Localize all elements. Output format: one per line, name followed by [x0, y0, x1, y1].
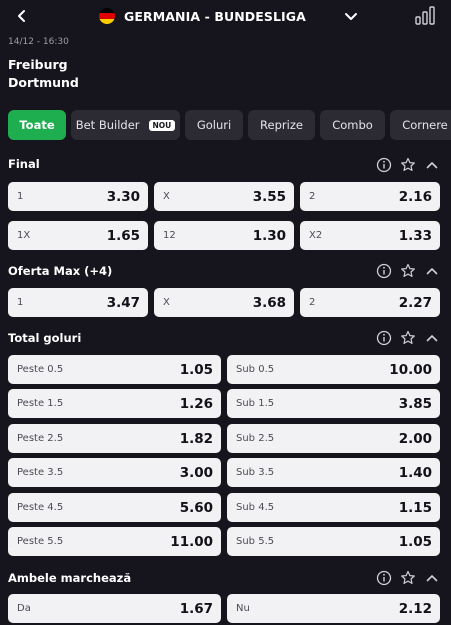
info-icon[interactable]	[375, 262, 393, 280]
odd-button[interactable]: Peste 3.5 3.00	[8, 458, 221, 487]
odd-button[interactable]: Peste 1.5 1.26	[8, 389, 221, 418]
chevron-up-icon[interactable]	[423, 156, 441, 174]
market-tabs: Toate Bet Builder NOU Goluri Reprize Comb…	[8, 110, 451, 140]
section-title-final: Final	[8, 157, 40, 171]
section-controls	[375, 155, 441, 175]
odd-button[interactable]: Sub 3.5 1.40	[227, 458, 440, 487]
star-icon[interactable]	[399, 569, 417, 587]
tab-goluri[interactable]: Goluri	[185, 110, 243, 140]
info-icon[interactable]	[375, 329, 393, 347]
tab-reprize[interactable]: Reprize	[248, 110, 315, 140]
odd-button[interactable]: Peste 0.5 1.05	[8, 355, 221, 384]
chevron-up-icon[interactable]	[423, 329, 441, 347]
tab-toate[interactable]: Toate	[8, 110, 66, 140]
chevron-left-icon	[18, 10, 25, 22]
odd-button[interactable]: X 3.68	[154, 288, 294, 317]
odd-button[interactable]: Peste 2.5 1.82	[8, 424, 221, 453]
odd-button[interactable]: Peste 4.5 5.60	[8, 493, 221, 522]
odd-button[interactable]: 2 2.16	[300, 182, 440, 211]
chevron-up-icon[interactable]	[423, 262, 441, 280]
league-selector[interactable]: GERMANIA - BUNDESLIGA	[99, 6, 306, 26]
info-icon[interactable]	[375, 569, 393, 587]
away-team: Dortmund	[8, 75, 79, 90]
bar-chart-icon[interactable]	[414, 4, 436, 26]
section-title-ambele-marcheaza: Ambele marchează	[8, 571, 132, 585]
chevron-down-icon[interactable]	[342, 8, 360, 26]
germany-flag-icon	[99, 8, 115, 24]
odd-button[interactable]: Sub 1.5 3.85	[227, 389, 440, 418]
star-icon[interactable]	[399, 262, 417, 280]
odd-button[interactable]: Nu 2.12	[227, 594, 440, 623]
star-icon[interactable]	[399, 329, 417, 347]
odd-button[interactable]: 1 3.30	[8, 182, 148, 211]
odd-button[interactable]: Sub 0.5 10.00	[227, 355, 440, 384]
tab-bet-builder[interactable]: Bet Builder NOU	[71, 110, 180, 140]
chevron-up-icon[interactable]	[423, 569, 441, 587]
league-name: GERMANIA - BUNDESLIGA	[124, 8, 306, 24]
back-button[interactable]	[12, 6, 32, 26]
info-icon[interactable]	[375, 156, 393, 174]
odd-button[interactable]: Sub 2.5 2.00	[227, 424, 440, 453]
odd-button[interactable]: X2 1.33	[300, 221, 440, 250]
section-title-oferta-max: Oferta Max (+4)	[8, 264, 113, 278]
odd-button[interactable]: 12 1.30	[154, 221, 294, 250]
odd-button[interactable]: Peste 5.5 11.00	[8, 527, 221, 556]
odd-button[interactable]: 2 2.27	[300, 288, 440, 317]
odd-button[interactable]: Sub 4.5 1.15	[227, 493, 440, 522]
odd-button[interactable]: Da 1.67	[8, 594, 221, 623]
odd-button[interactable]: 1 3.47	[8, 288, 148, 317]
section-controls	[375, 261, 441, 281]
home-team: Freiburg	[8, 57, 68, 72]
odd-button[interactable]: 1X 1.65	[8, 221, 148, 250]
odd-button[interactable]: Sub 5.5 1.05	[227, 527, 440, 556]
new-badge: NOU	[148, 119, 176, 131]
match-datetime: 14/12 - 16:30	[8, 37, 69, 47]
section-controls	[375, 328, 441, 348]
odd-button[interactable]: X 3.55	[154, 182, 294, 211]
top-bar: GERMANIA - BUNDESLIGA	[0, 0, 451, 34]
section-controls	[375, 568, 441, 588]
tab-combo[interactable]: Combo	[320, 110, 385, 140]
tab-cornere[interactable]: Cornere	[390, 110, 451, 140]
section-title-total-goluri: Total goluri	[8, 331, 82, 345]
star-icon[interactable]	[399, 156, 417, 174]
